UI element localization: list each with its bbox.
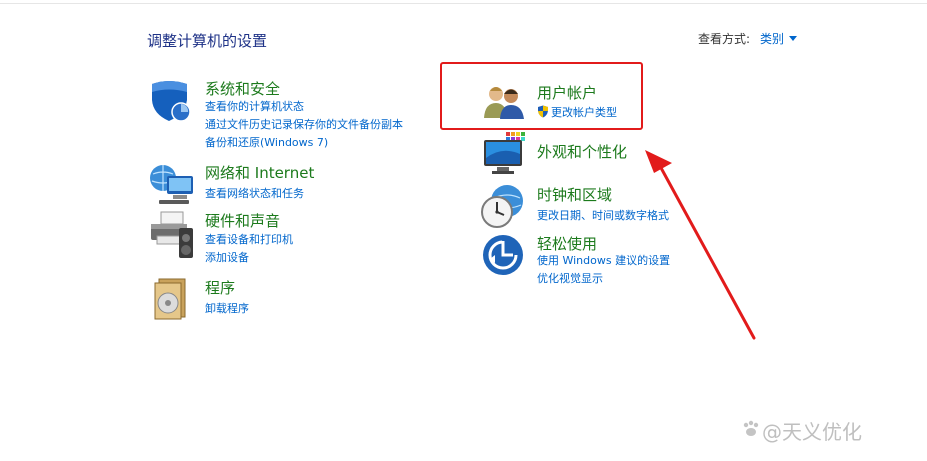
annotation-arrow (645, 150, 756, 340)
watermark: @天义优化 (762, 420, 862, 444)
paw-icon (742, 420, 760, 442)
